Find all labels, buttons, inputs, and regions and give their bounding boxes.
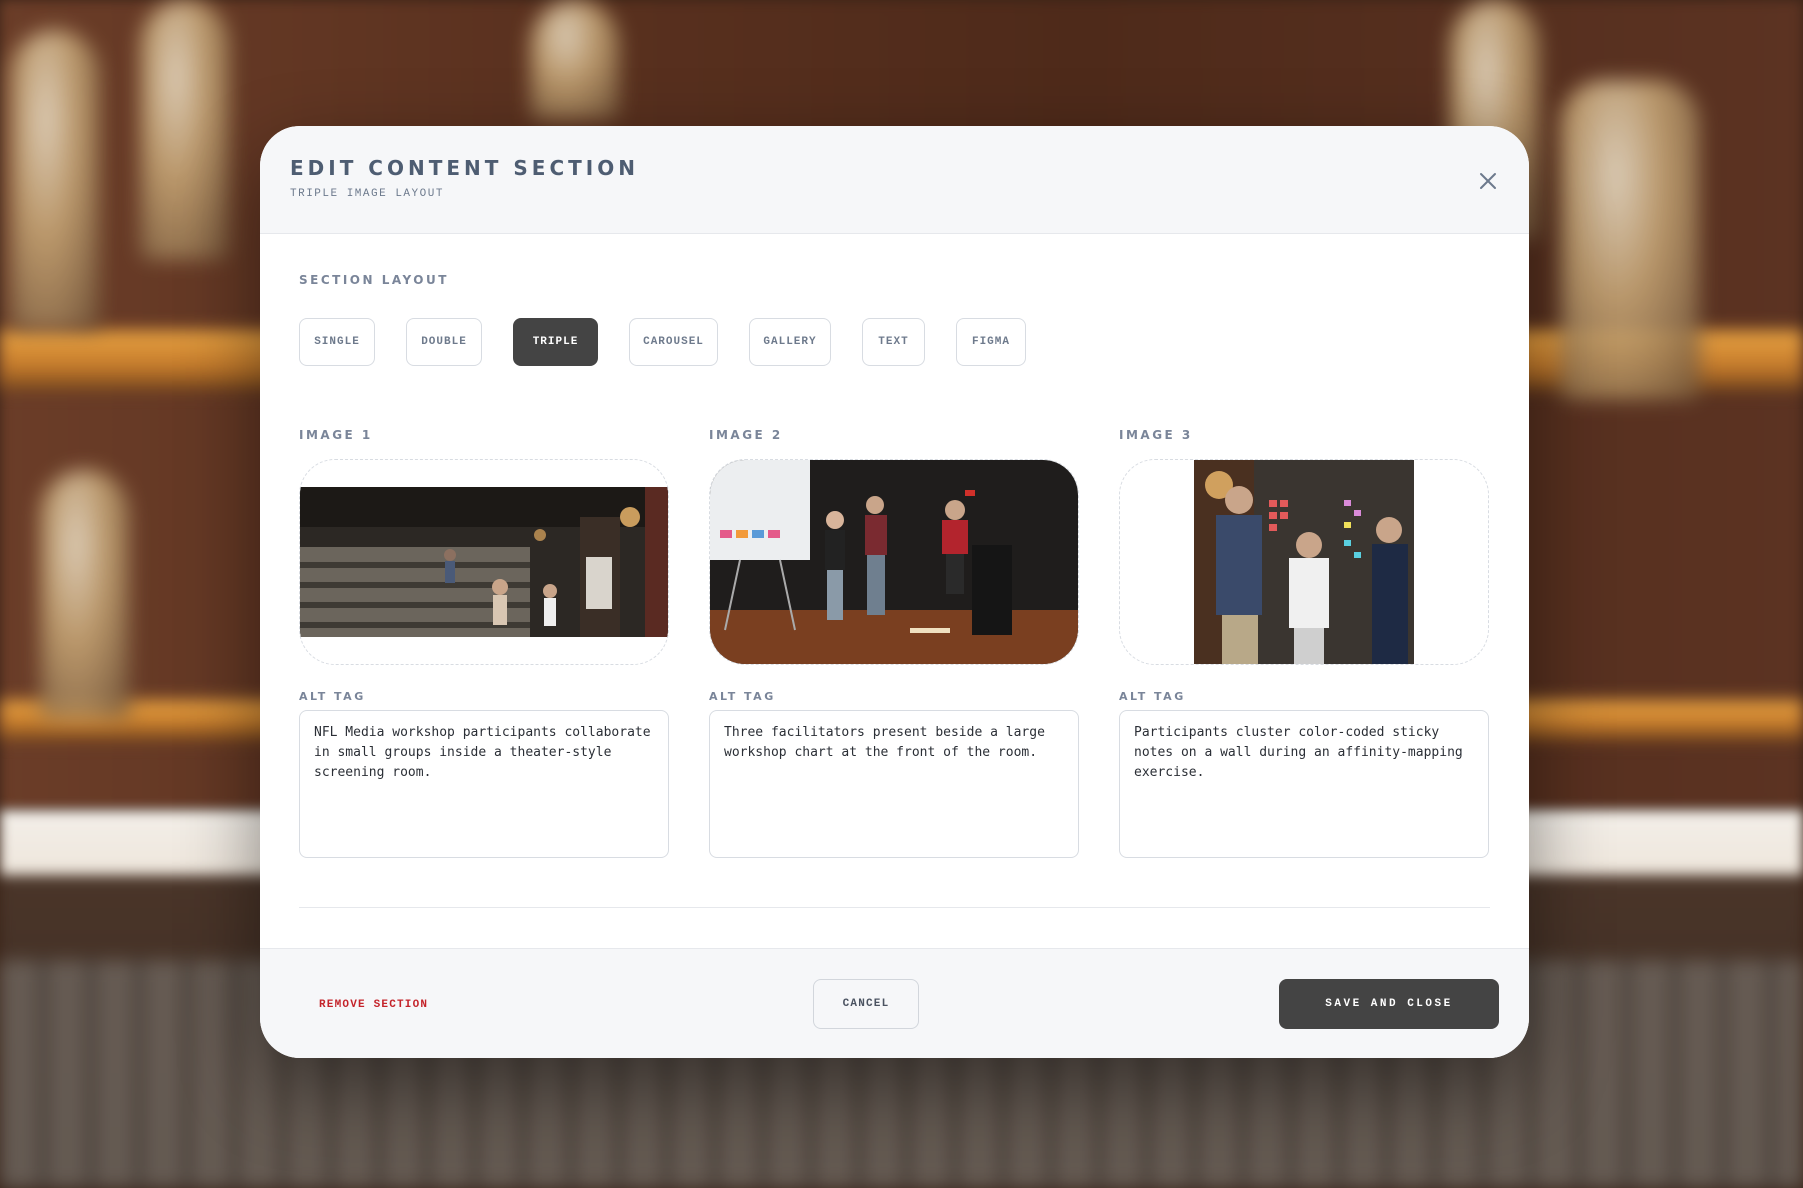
layout-option-single[interactable]: SINGLE [299, 318, 375, 366]
image-2-alt-label: ALT TAG [709, 690, 776, 703]
layout-option-gallery[interactable]: GALLERY [749, 318, 831, 366]
image-1-alt-input[interactable]: NFL Media workshop participants collabor… [299, 710, 669, 858]
layout-option-figma[interactable]: FIGMA [956, 318, 1026, 366]
background-trophy [1560, 80, 1700, 400]
image-2-photo [710, 460, 1078, 664]
modal-footer: REMOVE SECTION CANCEL SAVE AND CLOSE [260, 948, 1529, 1058]
close-icon [1480, 173, 1496, 189]
image-1-dropzone[interactable] [299, 459, 669, 665]
cancel-button[interactable]: CANCEL [813, 979, 919, 1029]
background-trophy [10, 30, 100, 330]
content-divider [299, 907, 1490, 908]
background-trophy [530, 0, 620, 120]
modal-title: EDIT CONTENT SECTION [290, 156, 639, 180]
layout-option-carousel[interactable]: CAROUSEL [629, 318, 718, 366]
section-layout-label: SECTION LAYOUT [299, 273, 449, 287]
background-trophy [140, 0, 230, 260]
layout-option-double[interactable]: DOUBLE [406, 318, 482, 366]
image-1-label: IMAGE 1 [299, 428, 373, 442]
modal-header: EDIT CONTENT SECTION TRIPLE IMAGE LAYOUT [260, 126, 1529, 234]
remove-section-button[interactable]: REMOVE SECTION [319, 999, 428, 1011]
layout-option-text[interactable]: TEXT [862, 318, 925, 366]
image-3-photo [1194, 460, 1414, 664]
image-3-alt-input[interactable]: Participants cluster color-coded sticky … [1119, 710, 1489, 858]
image-3-label: IMAGE 3 [1119, 428, 1193, 442]
layout-option-triple[interactable]: TRIPLE [513, 318, 598, 366]
image-2-dropzone[interactable] [709, 459, 1079, 665]
save-and-close-button[interactable]: SAVE AND CLOSE [1279, 979, 1499, 1029]
image-1-alt-label: ALT TAG [299, 690, 366, 703]
image-3-dropzone[interactable] [1119, 459, 1489, 665]
background-trophy [40, 470, 130, 720]
edit-content-modal: EDIT CONTENT SECTION TRIPLE IMAGE LAYOUT… [260, 126, 1529, 1058]
image-1-photo [300, 487, 668, 637]
image-2-alt-input[interactable]: Three facilitators present beside a larg… [709, 710, 1079, 858]
image-2-label: IMAGE 2 [709, 428, 783, 442]
close-button[interactable] [1477, 170, 1499, 192]
image-3-alt-label: ALT TAG [1119, 690, 1186, 703]
modal-subtitle: TRIPLE IMAGE LAYOUT [290, 188, 444, 200]
